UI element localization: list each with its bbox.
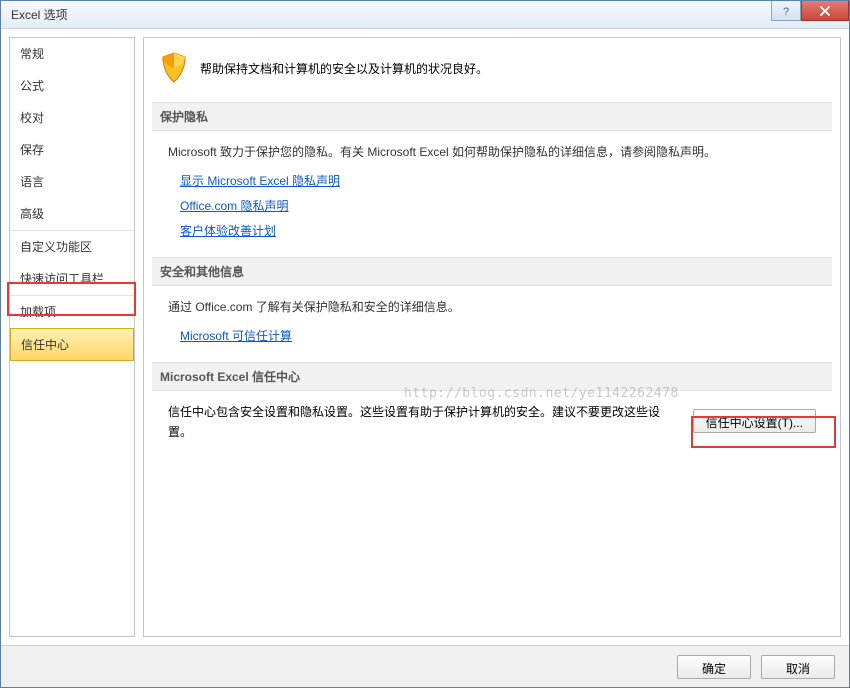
excel-options-dialog: Excel 选项 ? 常规 公式 校对 保存 语言 高级 自定义功能区 快速访问… bbox=[0, 0, 850, 688]
window-controls: ? bbox=[771, 1, 849, 21]
header-text: 帮助保持文档和计算机的安全以及计算机的状况良好。 bbox=[200, 60, 488, 77]
sidebar-item-language[interactable]: 语言 bbox=[10, 166, 134, 198]
sidebar-item-trust-center[interactable]: 信任中心 bbox=[10, 328, 134, 361]
cancel-button[interactable]: 取消 bbox=[761, 655, 835, 679]
content-panel: 帮助保持文档和计算机的安全以及计算机的状况良好。 保护隐私 Microsoft … bbox=[143, 37, 841, 637]
sidebar-item-customize-ribbon[interactable]: 自定义功能区 bbox=[10, 230, 134, 263]
ok-button[interactable]: 确定 bbox=[677, 655, 751, 679]
section-header-trust-center: Microsoft Excel 信任中心 bbox=[152, 362, 832, 391]
section-header-security: 安全和其他信息 bbox=[152, 257, 832, 286]
sidebar-item-advanced[interactable]: 高级 bbox=[10, 198, 134, 230]
trust-center-row: 信任中心包含安全设置和隐私设置。这些设置有助于保护计算机的安全。建议不要更改这些… bbox=[168, 403, 816, 441]
sidebar-item-formulas[interactable]: 公式 bbox=[10, 70, 134, 102]
titlebar: Excel 选项 ? bbox=[1, 1, 849, 29]
link-ceip[interactable]: 客户体验改善计划 bbox=[180, 222, 816, 239]
sidebar-item-proofing[interactable]: 校对 bbox=[10, 102, 134, 134]
security-links: Microsoft 可信任计算 bbox=[180, 327, 816, 344]
security-description: 通过 Office.com 了解有关保护隐私和安全的详细信息。 bbox=[168, 298, 816, 317]
help-button[interactable]: ? bbox=[771, 1, 801, 21]
trust-center-settings-button[interactable]: 信任中心设置(T)... bbox=[693, 409, 816, 433]
sidebar-item-save[interactable]: 保存 bbox=[10, 134, 134, 166]
header-row: 帮助保持文档和计算机的安全以及计算机的状况良好。 bbox=[160, 52, 824, 84]
privacy-links: 显示 Microsoft Excel 隐私声明 Office.com 隐私声明 … bbox=[180, 172, 816, 239]
link-trustworthy-computing[interactable]: Microsoft 可信任计算 bbox=[180, 327, 816, 344]
section-header-privacy: 保护隐私 bbox=[152, 102, 832, 131]
sidebar-item-quick-access[interactable]: 快速访问工具栏 bbox=[10, 263, 134, 295]
link-office-privacy-statement[interactable]: Office.com 隐私声明 bbox=[180, 197, 816, 214]
trust-center-description: 信任中心包含安全设置和隐私设置。这些设置有助于保护计算机的安全。建议不要更改这些… bbox=[168, 403, 681, 441]
dialog-body: 常规 公式 校对 保存 语言 高级 自定义功能区 快速访问工具栏 加载项 信任中… bbox=[1, 29, 849, 645]
privacy-description: Microsoft 致力于保护您的隐私。有关 Microsoft Excel 如… bbox=[168, 143, 816, 162]
sidebar-item-general[interactable]: 常规 bbox=[10, 38, 134, 70]
svg-text:?: ? bbox=[783, 6, 789, 16]
close-button[interactable] bbox=[801, 1, 849, 21]
dialog-footer: 确定 取消 bbox=[1, 645, 849, 687]
sidebar-item-addins[interactable]: 加载项 bbox=[10, 295, 134, 328]
shield-icon bbox=[160, 52, 188, 84]
dialog-title: Excel 选项 bbox=[7, 6, 68, 23]
link-excel-privacy-statement[interactable]: 显示 Microsoft Excel 隐私声明 bbox=[180, 172, 816, 189]
sidebar: 常规 公式 校对 保存 语言 高级 自定义功能区 快速访问工具栏 加载项 信任中… bbox=[9, 37, 135, 637]
